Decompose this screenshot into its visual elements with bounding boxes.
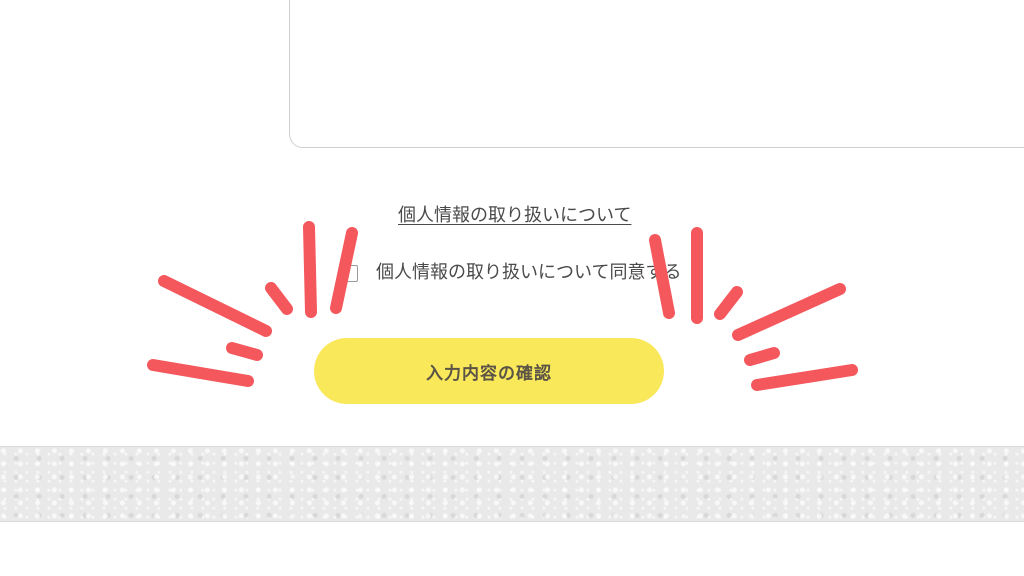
privacy-agree-row[interactable]: 個人情報の取り扱いについて同意する: [343, 260, 681, 286]
burst-line: [265, 282, 293, 315]
burst-line: [732, 283, 846, 341]
burst-line: [303, 221, 317, 318]
burst-line: [226, 342, 263, 361]
confirm-input-button[interactable]: 入力内容の確認: [314, 338, 664, 404]
privacy-agree-checkbox[interactable]: [343, 264, 358, 282]
footer-texture-band: [0, 446, 1024, 522]
privacy-agree-label: 個人情報の取り扱いについて同意する: [376, 262, 682, 283]
burst-line: [744, 347, 780, 366]
burst-line: [714, 286, 743, 320]
privacy-policy-link[interactable]: 個人情報の取り扱いについて: [398, 204, 670, 228]
burst-right: [649, 227, 858, 391]
burst-line: [158, 275, 272, 337]
message-textarea[interactable]: [289, 0, 1024, 148]
burst-line: [751, 364, 858, 391]
burst-line: [147, 359, 254, 387]
